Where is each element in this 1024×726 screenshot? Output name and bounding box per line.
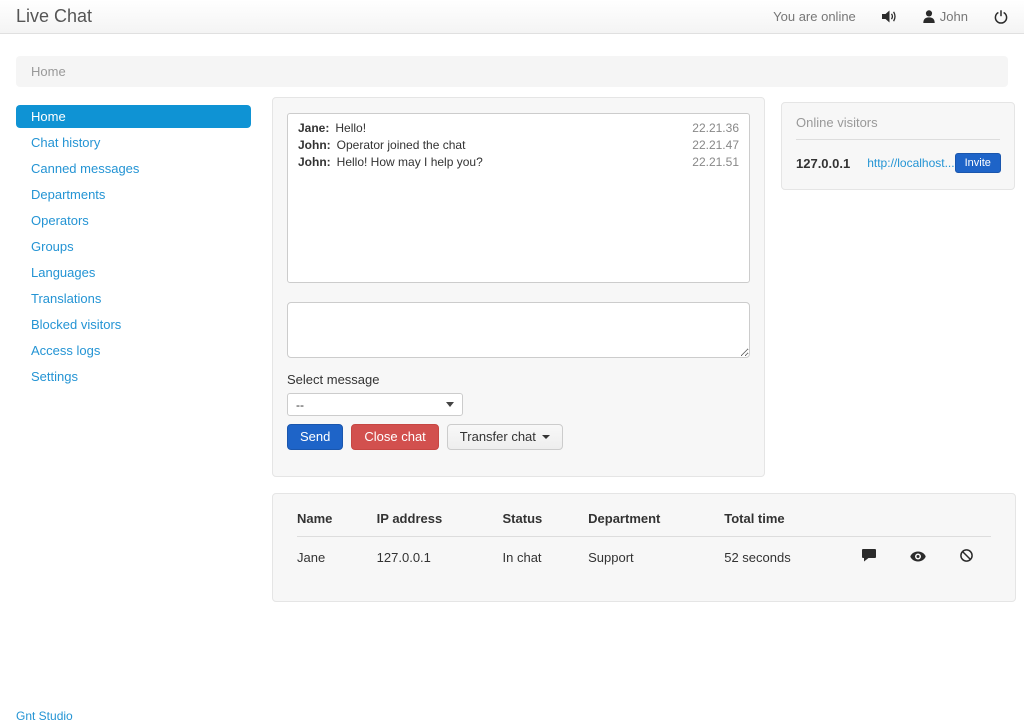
cell-status: In chat [502,549,542,565]
col-header-status: Status [502,494,589,537]
sidebar-item-translations[interactable]: Translations [16,287,251,310]
top-navbar: Live Chat You are online John [0,0,1024,34]
chevron-down-icon [446,402,454,407]
cell-ip: 127.0.0.1 [376,549,431,565]
selected-option: -- [296,397,304,412]
close-chat-button[interactable]: Close chat [351,424,439,450]
volume-icon [881,10,897,23]
sidebar-item-access-logs[interactable]: Access logs [16,339,251,362]
transfer-chat-button[interactable]: Transfer chat [446,424,563,450]
cell-total-time: 52 seconds [724,549,791,565]
message-text: Operator joined the chat [336,138,466,152]
chat-message: Jane: Hello! 22.21.36 [298,120,739,137]
breadcrumb: Home [16,56,1008,87]
message-author: Jane: [298,121,330,135]
visitor-ip: 127.0.0.1 [796,155,851,171]
col-header-name: Name [297,494,377,537]
sidebar-nav: Home Chat history Canned messages Depart… [16,97,251,602]
caret-down-icon [541,435,550,439]
online-visitor-row: 127.0.0.1 http://localhost... Invite [796,153,1001,173]
invite-button[interactable]: Invite [954,153,1001,173]
chat-message-log: Jane: Hello! 22.21.36 John: Operator joi… [287,113,750,283]
online-visitors-title: Online visitors [796,115,1000,140]
power-icon [994,9,1008,24]
gnt-studio-link[interactable]: Gnt Studio [16,709,73,723]
col-header-ip: IP address [376,494,503,537]
sound-toggle-button[interactable] [881,10,897,23]
chat-reply-input[interactable] [287,302,750,358]
footer: Gnt Studio [16,709,73,723]
ban-icon[interactable] [960,549,973,562]
visitors-table: Name IP address Status Department Total … [297,494,991,575]
col-header-total-time: Total time [724,494,845,537]
user-name: John [939,9,968,24]
visitor-page-link[interactable]: http://localhost... [867,156,954,170]
transfer-chat-label: Transfer chat [459,429,536,444]
logout-button[interactable] [994,9,1008,24]
cell-name: Jane [297,549,326,565]
online-visitors-panel: Online visitors 127.0.0.1 http://localho… [781,102,1015,190]
user-menu[interactable]: John [923,9,968,24]
sidebar-item-settings[interactable]: Settings [16,365,251,388]
sidebar-item-home[interactable]: Home [16,105,251,128]
sidebar-item-languages[interactable]: Languages [16,261,251,284]
user-icon [923,10,935,23]
message-text: Hello! [335,121,367,135]
canned-message-select[interactable]: -- [287,393,463,416]
table-row: Jane 127.0.0.1 In chat Support 52 second… [297,537,991,576]
app-title: Live Chat [16,6,93,26]
chat-panel: Jane: Hello! 22.21.36 John: Operator joi… [272,97,765,477]
sidebar-item-operators[interactable]: Operators [16,209,251,232]
visitors-table-panel: Name IP address Status Department Total … [272,493,1016,602]
sidebar-item-chat-history[interactable]: Chat history [16,131,251,154]
sidebar-item-canned-messages[interactable]: Canned messages [16,157,251,180]
sidebar-item-groups[interactable]: Groups [16,235,251,258]
message-author: John: [298,138,331,152]
comment-icon[interactable] [861,549,876,562]
select-message-label: Select message [287,372,380,387]
cell-department: Support [588,549,634,565]
breadcrumb-current: Home [31,64,66,79]
message-author: John: [298,155,331,169]
message-time: 22.21.51 [692,155,739,169]
send-button[interactable]: Send [287,424,344,450]
eye-icon[interactable] [909,551,926,562]
chat-message: John: Operator joined the chat 22.21.47 [298,137,739,154]
message-time: 22.21.47 [692,138,739,152]
chat-message: John: Hello! How may I help you? 22.21.5… [298,154,739,171]
message-time: 22.21.36 [692,121,739,135]
sidebar-item-departments[interactable]: Departments [16,183,251,206]
col-header-department: Department [588,494,725,537]
online-status-text: You are online [773,9,856,24]
sidebar-item-blocked-visitors[interactable]: Blocked visitors [16,313,251,336]
message-text: Hello! How may I help you? [336,155,483,169]
